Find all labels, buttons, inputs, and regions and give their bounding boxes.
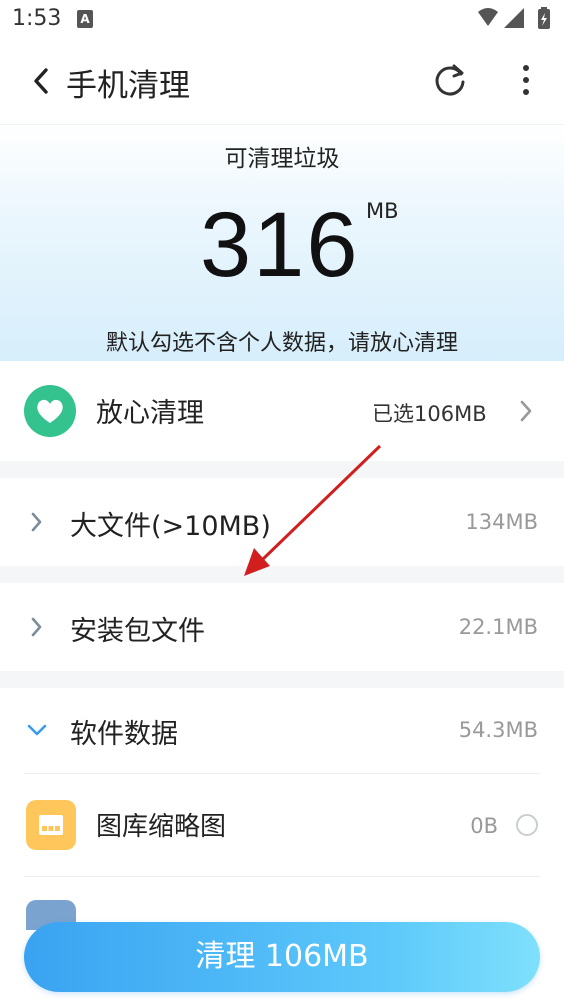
- status-icons: [478, 7, 550, 29]
- chevron-right-icon: [520, 400, 532, 422]
- junk-note: 默认勾选不含个人数据，请放心清理: [105, 331, 458, 356]
- junk-size-unit: MB: [366, 199, 399, 223]
- large-files-size: 134MB: [465, 510, 538, 534]
- page-title: 手机清理: [66, 68, 190, 104]
- more-vert-icon[interactable]: [512, 62, 540, 98]
- safe-clean-row[interactable]: 放心清理 已选106MB: [0, 361, 564, 461]
- app-data-size: 54.3MB: [458, 718, 538, 742]
- back-icon[interactable]: [28, 66, 56, 96]
- clean-button[interactable]: 清理 106MB: [24, 922, 540, 992]
- junk-label: 可清理垃圾: [224, 146, 340, 172]
- notification-icon: A: [77, 10, 93, 28]
- chevron-down-icon: [27, 724, 47, 736]
- wifi-icon: [478, 8, 498, 26]
- status-bar: 1:53 A: [0, 0, 564, 40]
- gallery-thumbnail-icon: [26, 800, 76, 850]
- status-time: 1:53: [12, 6, 62, 31]
- refresh-icon[interactable]: [432, 62, 468, 98]
- app-data-title: 软件数据: [70, 719, 178, 750]
- row-divider: [24, 876, 540, 877]
- section-divider: [0, 566, 564, 583]
- apk-files-title: 安装包文件: [70, 616, 205, 647]
- apk-files-row[interactable]: 安装包文件 22.1MB: [0, 583, 564, 671]
- apk-files-size: 22.1MB: [458, 615, 538, 639]
- section-divider: [0, 461, 564, 478]
- gallery-thumbnails-row[interactable]: 图库缩略图 0B: [0, 774, 564, 876]
- select-radio[interactable]: [516, 814, 538, 836]
- large-files-title: 大文件(>10MB): [70, 511, 271, 542]
- app-data-row[interactable]: 软件数据 54.3MB: [0, 688, 564, 774]
- chevron-right-icon: [31, 512, 42, 532]
- junk-summary: 可清理垃圾 316 MB 默认勾选不含个人数据，请放心清理: [0, 124, 564, 362]
- junk-size-value: 316: [200, 194, 360, 296]
- chevron-right-icon: [31, 617, 42, 637]
- large-files-row[interactable]: 大文件(>10MB) 134MB: [0, 478, 564, 566]
- signal-icon: [504, 8, 524, 28]
- heart-icon: [24, 385, 76, 437]
- gallery-thumbnails-title: 图库缩略图: [96, 812, 227, 842]
- section-divider: [0, 671, 564, 688]
- gallery-thumbnails-size: 0B: [470, 814, 498, 838]
- safe-clean-selected: 已选106MB: [372, 402, 487, 426]
- app-bar: 手机清理: [0, 40, 564, 124]
- safe-clean-title: 放心清理: [96, 398, 204, 429]
